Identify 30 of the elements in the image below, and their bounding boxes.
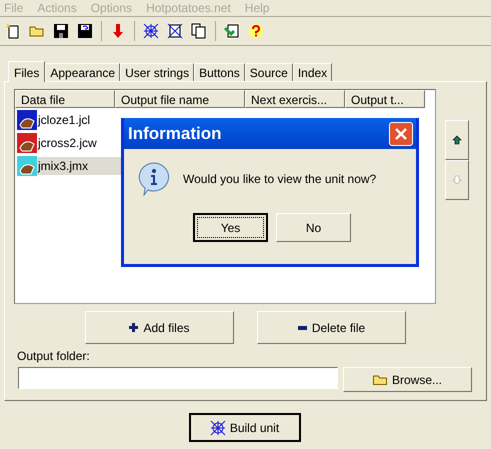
build-unit-button[interactable]: Build unit <box>188 413 300 442</box>
tab[interactable]: Index <box>292 63 332 81</box>
move-up-button[interactable] <box>445 120 469 160</box>
browse-button[interactable]: Browse... <box>343 367 472 392</box>
field-label: Output folder: <box>17 348 91 365</box>
output-folder-field[interactable] <box>18 367 338 389</box>
column-header[interactable]: Output file name <box>115 90 245 108</box>
down-arrow-icon <box>452 175 462 185</box>
tab[interactable]: User strings <box>120 63 194 81</box>
dialog-button[interactable]: No <box>276 213 351 242</box>
tab[interactable]: Source <box>244 63 293 81</box>
up-arrow-icon <box>452 135 462 145</box>
folder-icon <box>372 374 387 384</box>
column-header[interactable]: Data file <box>15 90 115 108</box>
info-icon <box>138 162 170 196</box>
dialog-title: Information <box>128 122 222 145</box>
tab[interactable]: Appearance <box>45 63 120 81</box>
delete-file-button[interactable]: Delete file <box>257 311 406 344</box>
minus-icon <box>298 326 307 330</box>
tab[interactable]: Files <box>8 61 46 82</box>
column-header[interactable]: Next exercis... <box>245 90 345 108</box>
tab[interactable]: Buttons <box>194 63 245 81</box>
dialog-message: Would you like to view the unit now? <box>183 171 376 188</box>
plus-icon <box>129 323 138 332</box>
web-icon <box>210 420 226 436</box>
add-files-button[interactable]: Add files <box>85 311 234 344</box>
dialog-button[interactable]: Yes <box>193 213 268 242</box>
close-icon <box>394 126 408 140</box>
close-button[interactable] <box>389 122 413 146</box>
column-header[interactable]: Output t... <box>345 90 425 108</box>
